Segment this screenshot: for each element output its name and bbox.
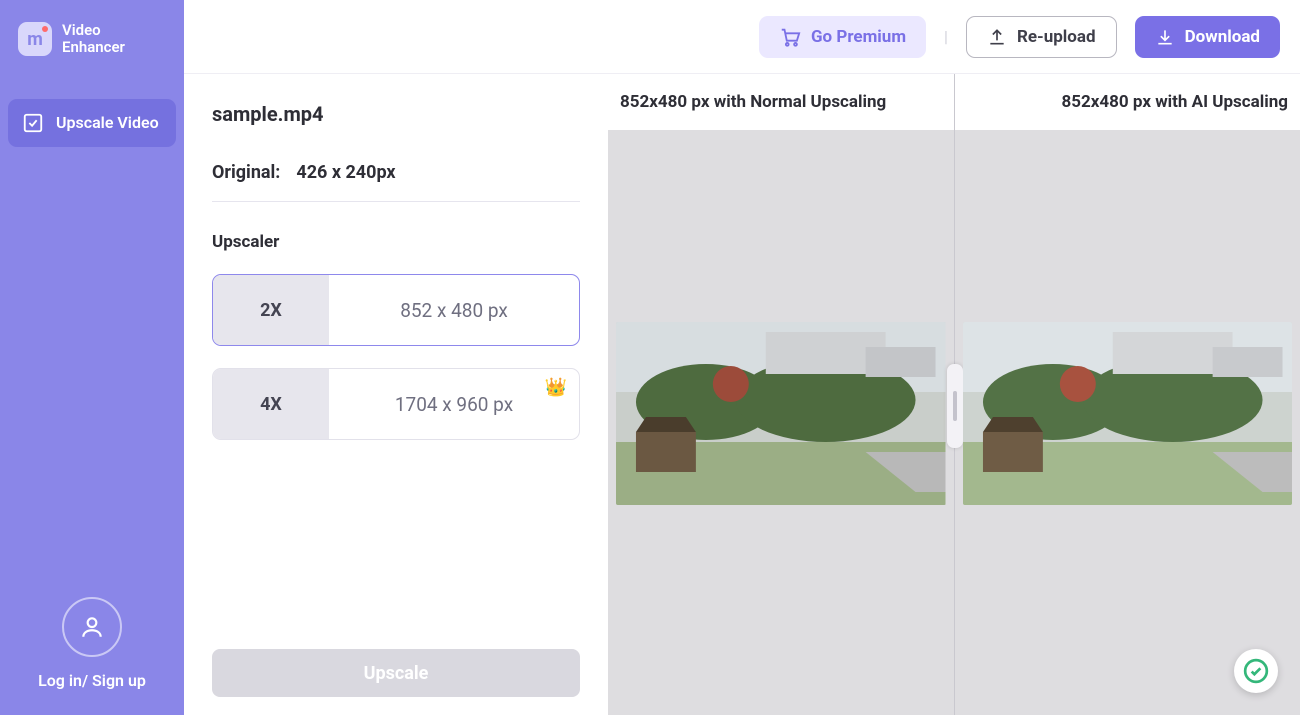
upscale-option-4x[interactable]: 4X 1704 x 960 px 👑 bbox=[212, 368, 580, 440]
avatar[interactable] bbox=[62, 597, 122, 657]
preview-normal: 852x480 px with Normal Upscaling bbox=[608, 74, 955, 715]
download-icon bbox=[1155, 27, 1175, 47]
preview-normal-label: 852x480 px with Normal Upscaling bbox=[608, 74, 954, 130]
preview-ai: 852x480 px with AI Upscaling bbox=[955, 74, 1300, 715]
reupload-button[interactable]: Re-upload bbox=[966, 16, 1117, 58]
file-name: sample.mp4 bbox=[212, 102, 580, 126]
user-icon bbox=[79, 614, 105, 640]
original-value: 426 x 240px bbox=[296, 162, 395, 183]
settings-panel: sample.mp4 Original: 426 x 240px Upscale… bbox=[184, 74, 608, 715]
brand-logo[interactable]: m Video Enhancer bbox=[8, 22, 176, 57]
status-success-badge bbox=[1234, 649, 1278, 693]
compare-slider-handle[interactable] bbox=[947, 364, 963, 448]
cart-icon bbox=[779, 26, 801, 48]
preview-ai-label: 852x480 px with AI Upscaling bbox=[955, 74, 1300, 130]
divider: | bbox=[944, 27, 948, 46]
option-resolution: 852 x 480 px bbox=[329, 275, 579, 345]
topbar: Go Premium | Re-upload Download bbox=[184, 0, 1300, 74]
nav-label: Upscale Video bbox=[56, 113, 159, 132]
upload-icon bbox=[987, 27, 1007, 47]
upscale-button[interactable]: Upscale bbox=[212, 649, 580, 697]
original-label: Original: bbox=[212, 162, 280, 183]
option-factor: 2X bbox=[213, 275, 329, 345]
crown-icon: 👑 bbox=[545, 377, 567, 398]
preview-ai-image bbox=[963, 322, 1293, 505]
upscale-icon bbox=[22, 112, 44, 134]
go-premium-button[interactable]: Go Premium bbox=[759, 16, 926, 58]
check-icon bbox=[1243, 658, 1269, 684]
download-button[interactable]: Download bbox=[1135, 16, 1280, 58]
option-resolution: 1704 x 960 px bbox=[329, 369, 579, 439]
divider bbox=[212, 201, 580, 202]
brand-name: Video Enhancer bbox=[62, 22, 125, 57]
logo-icon: m bbox=[18, 22, 52, 56]
option-factor: 4X bbox=[213, 369, 329, 439]
nav-upscale-video[interactable]: Upscale Video bbox=[8, 99, 176, 147]
login-link[interactable]: Log in/ Sign up bbox=[38, 671, 146, 690]
preview-normal-image bbox=[616, 322, 946, 505]
upscale-option-2x[interactable]: 2X 852 x 480 px bbox=[212, 274, 580, 346]
sidebar: m Video Enhancer Upscale Video Log in/ S… bbox=[0, 0, 184, 715]
upscaler-section-title: Upscaler bbox=[212, 232, 580, 252]
